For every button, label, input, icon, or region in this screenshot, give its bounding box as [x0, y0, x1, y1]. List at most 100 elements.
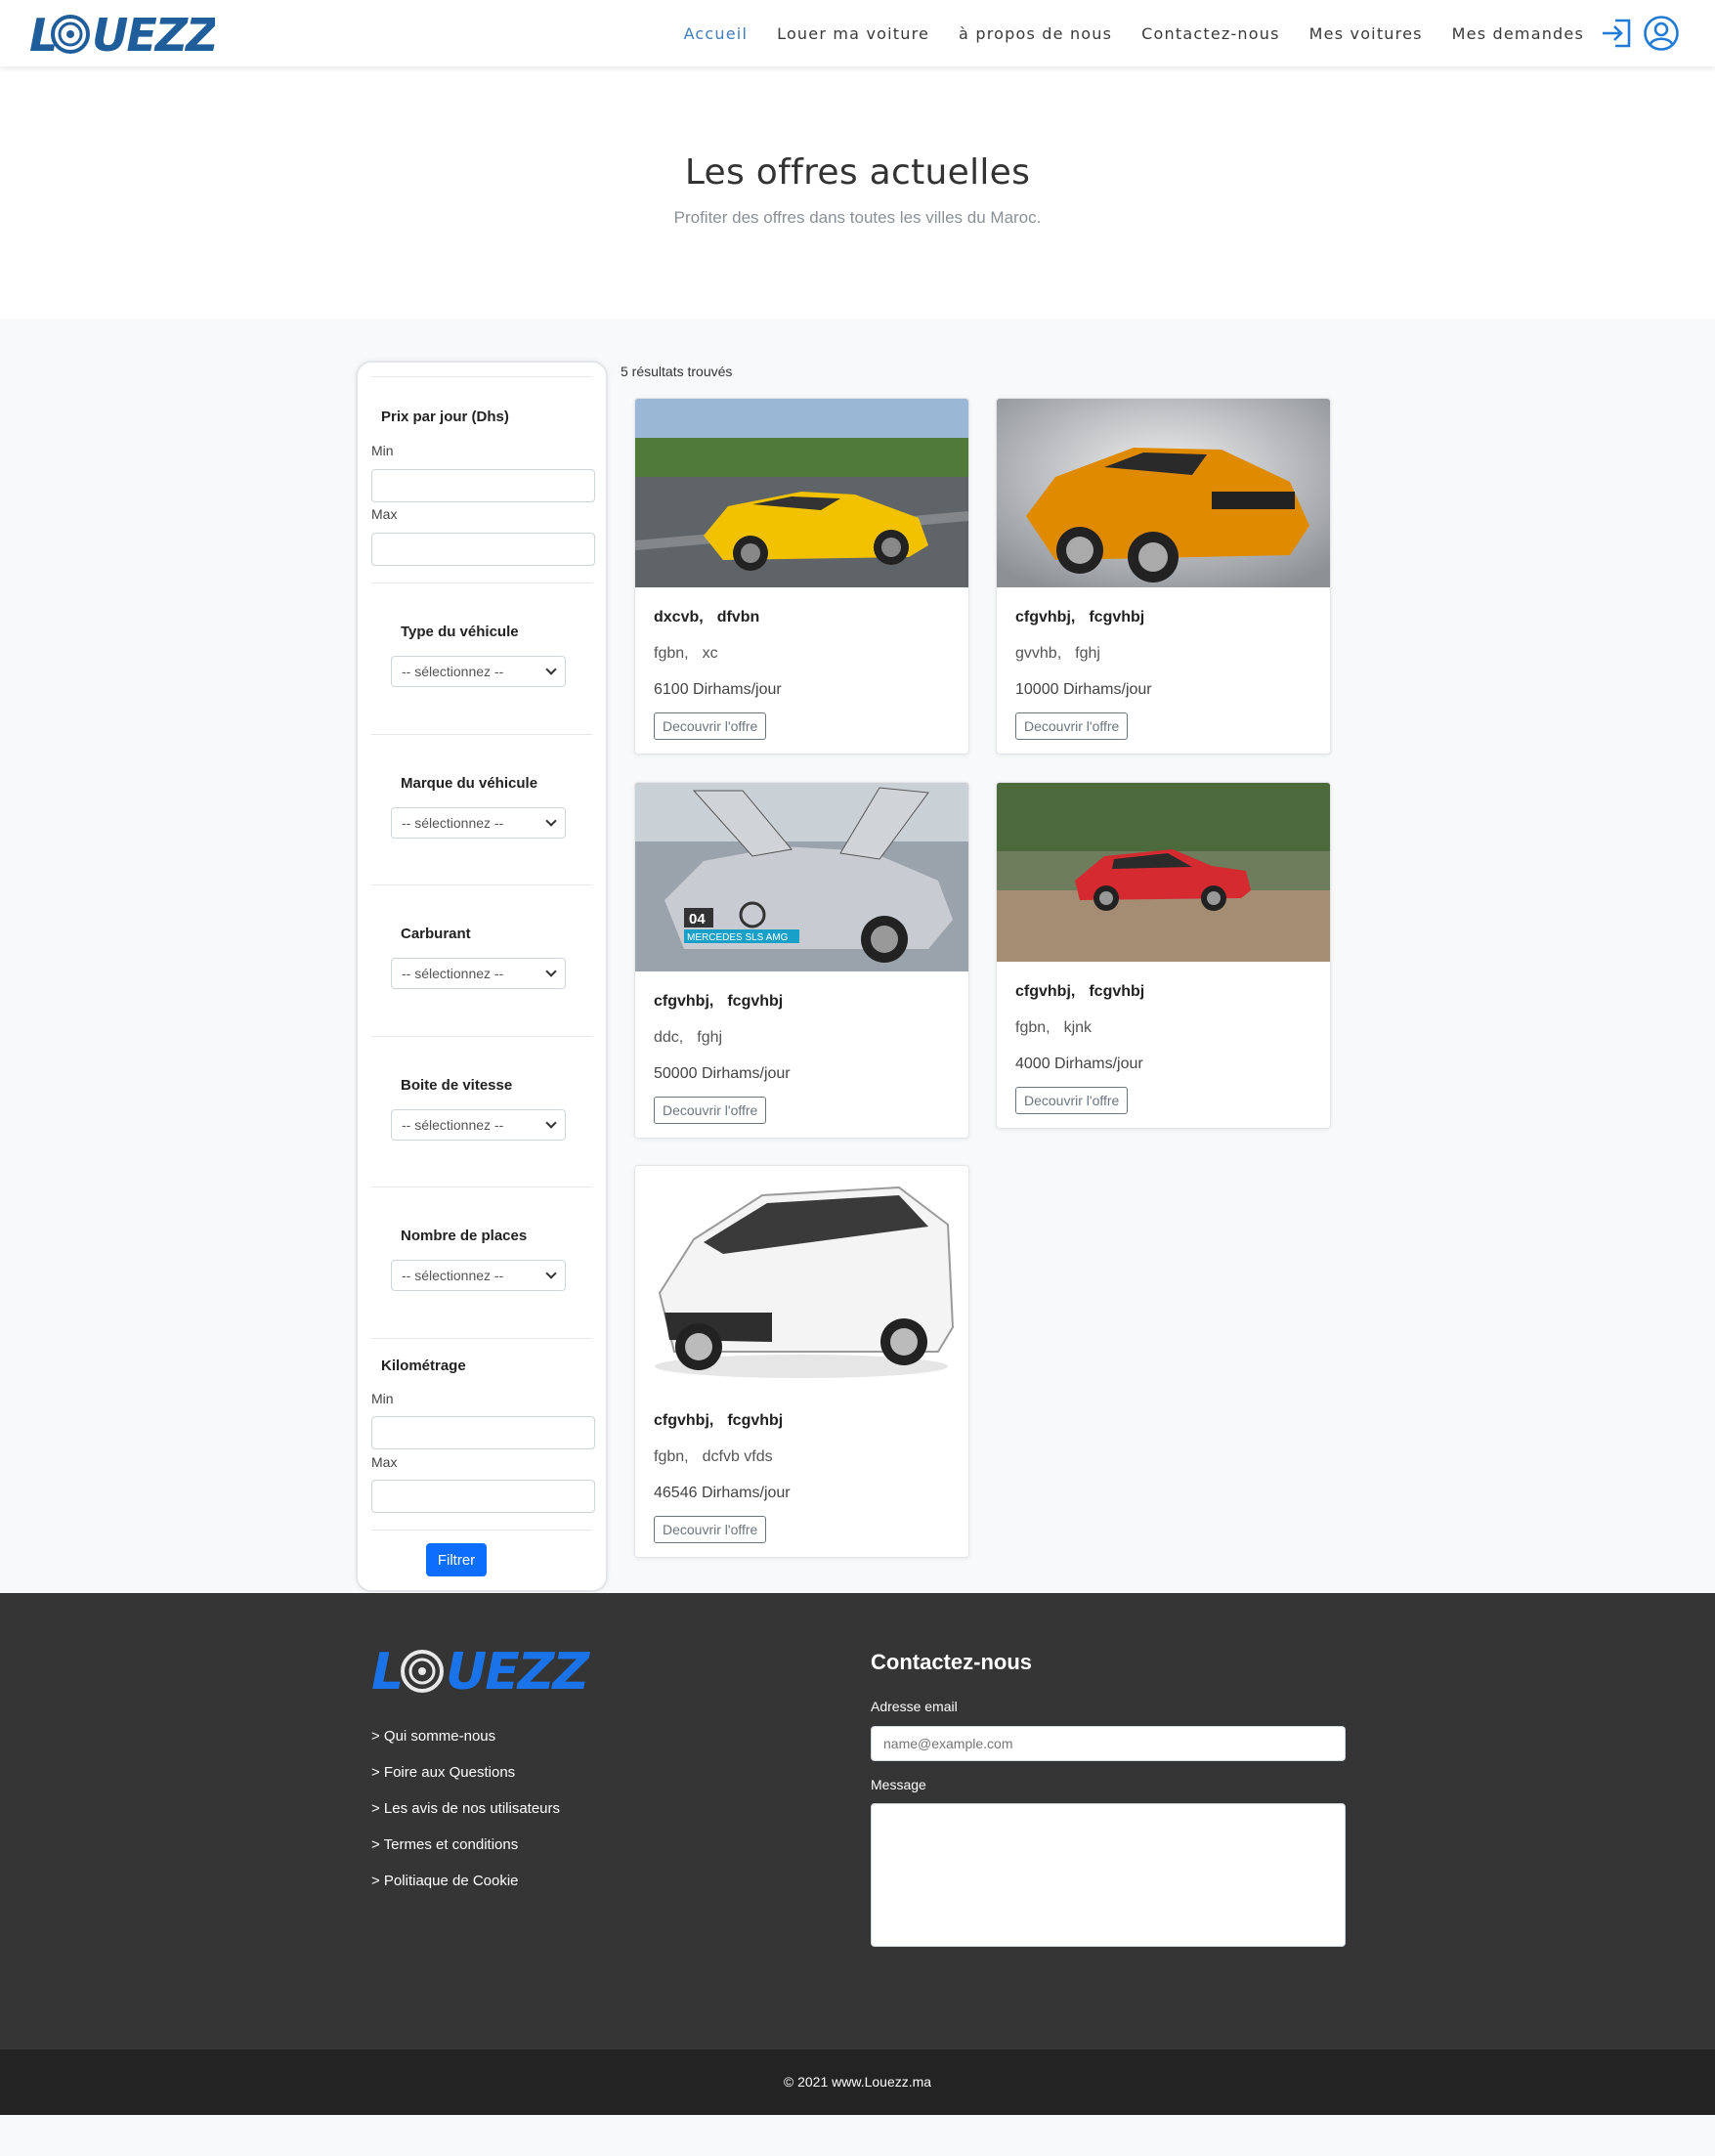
- offer-card[interactable]: cfgvhbj, fcgvhbj fgbn, dcfvb vfds 46546 Di…: [634, 1165, 969, 1558]
- divider: [371, 1036, 592, 1037]
- gearbox-title: Boite de vitesse: [401, 1077, 513, 1094]
- vehicle-type-selected: -- sélectionnez --: [402, 664, 504, 679]
- email-label: Adresse email: [871, 1699, 958, 1714]
- offer-image-silver-car: 04 MERCEDES SLS AMG: [635, 783, 968, 971]
- seats-selected: -- sélectionnez --: [402, 1268, 504, 1283]
- nav-mes-voitures[interactable]: Mes voitures: [1309, 24, 1423, 43]
- offer-title-a: cfgvhbj,: [1015, 609, 1076, 625]
- offer-image-yellow-car: [635, 399, 968, 587]
- offer-detail-a: fgbn,: [654, 1448, 689, 1465]
- price-max-label: Max: [371, 506, 398, 522]
- divider: [371, 1530, 592, 1531]
- discover-offer-button[interactable]: Decouvrir l'offre: [654, 1516, 767, 1543]
- nav-a-propos[interactable]: à propos de nous: [959, 24, 1112, 43]
- discover-offer-button[interactable]: Decouvrir l'offre: [1015, 1087, 1129, 1114]
- footer-link-about[interactable]: > Qui somme-nous: [371, 1718, 560, 1754]
- footer-link-reviews[interactable]: > Les avis de nos utilisateurs: [371, 1790, 560, 1827]
- footer-link-cookies[interactable]: > Politiaque de Cookie: [371, 1863, 560, 1899]
- nav-accueil[interactable]: Accueil: [684, 24, 749, 43]
- plate-caption: MERCEDES SLS AMG: [687, 932, 789, 943]
- message-label: Message: [871, 1777, 926, 1792]
- chevron-down-icon: [545, 664, 557, 675]
- offer-title-b: fcgvhbj: [727, 1412, 784, 1429]
- plate-number: 04: [689, 911, 706, 927]
- gearbox-selected: -- sélectionnez --: [402, 1117, 504, 1133]
- brand-logo[interactable]: L UEZZ: [29, 6, 215, 61]
- offer-title-a: dxcvb,: [654, 609, 704, 625]
- navbar: L UEZZ Accueil Louer ma voiture à propos…: [0, 0, 1715, 66]
- vehicle-brand-select[interactable]: -- sélectionnez --: [391, 807, 566, 839]
- svg-text:UEZZ: UEZZ: [446, 1643, 590, 1697]
- divider: [371, 884, 592, 885]
- offer-price: 4000 Dirhams/jour: [1015, 1056, 1143, 1072]
- message-textarea[interactable]: [871, 1803, 1346, 1947]
- page-title: Les offres actuelles: [684, 152, 1031, 193]
- discover-offer-button[interactable]: Decouvrir l'offre: [1015, 712, 1129, 740]
- vehicle-type-select[interactable]: -- sélectionnez --: [391, 656, 566, 687]
- price-min-label: Min: [371, 443, 394, 458]
- seats-select[interactable]: -- sélectionnez --: [391, 1260, 566, 1291]
- svg-text:L: L: [371, 1643, 404, 1697]
- gearbox-select[interactable]: -- sélectionnez --: [391, 1109, 566, 1141]
- louezz-logo: L UEZZ: [29, 9, 215, 59]
- discover-offer-button[interactable]: Decouvrir l'offre: [654, 712, 767, 740]
- footer-logo[interactable]: L UEZZ: [371, 1642, 596, 1702]
- nav-louer-ma-voiture[interactable]: Louer ma voiture: [777, 24, 929, 43]
- email-field[interactable]: [871, 1726, 1346, 1761]
- mileage-max-label: Max: [371, 1454, 398, 1470]
- divider: [371, 1338, 592, 1339]
- offer-title-a: cfgvhbj,: [654, 993, 714, 1010]
- login-icon[interactable]: [1600, 17, 1635, 50]
- offer-image-white-van: [635, 1166, 968, 1391]
- offer-detail-b: fghj: [697, 1029, 723, 1046]
- footer-links: > Qui somme-nous > Foire aux Questions >…: [371, 1718, 560, 1899]
- offer-detail-a: fgbn,: [654, 645, 689, 662]
- price-filter-title: Prix par jour (Dhs): [381, 409, 509, 425]
- vehicle-brand-selected: -- sélectionnez --: [402, 815, 504, 831]
- chevron-down-icon: [545, 1117, 557, 1129]
- mileage-min-input[interactable]: [371, 1416, 595, 1449]
- offer-title-a: cfgvhbj,: [1015, 983, 1076, 1000]
- offer-card[interactable]: cfgvhbj, fcgvhbj gvvhb, fghj 10000 Dirhams…: [996, 398, 1331, 755]
- offer-price: 50000 Dirhams/jour: [654, 1065, 791, 1082]
- price-max-input[interactable]: [371, 533, 595, 566]
- offer-card[interactable]: cfgvhbj, fcgvhbj fgbn, kjnk 4000 Dirhams/j…: [996, 782, 1331, 1129]
- offer-title-b: fcgvhbj: [1089, 983, 1145, 1000]
- offer-image-red-car: [997, 783, 1330, 962]
- offer-card[interactable]: dxcvb, dfvbn fgbn, xc 6100 Dirhams/jour De…: [634, 398, 969, 755]
- filter-button[interactable]: Filtrer: [426, 1543, 487, 1576]
- chevron-down-icon: [545, 815, 557, 827]
- vehicle-type-title: Type du véhicule: [401, 624, 519, 640]
- nav-contactez-nous[interactable]: Contactez-nous: [1141, 24, 1279, 43]
- offer-price: 6100 Dirhams/jour: [654, 681, 782, 698]
- offer-card[interactable]: 04 MERCEDES SLS AMG cfgvhbj, fcgvhbj ddc,…: [634, 782, 969, 1139]
- offer-detail-a: fgbn,: [1015, 1019, 1050, 1036]
- vehicle-brand-title: Marque du véhicule: [401, 775, 538, 792]
- offer-detail-a: ddc,: [654, 1029, 684, 1046]
- offer-detail-b: dcfvb vfds: [702, 1448, 773, 1465]
- offer-detail-b: xc: [702, 645, 718, 662]
- discover-offer-button[interactable]: Decouvrir l'offre: [654, 1097, 767, 1124]
- hero-section: Les offres actuelles Profiter des offres…: [0, 66, 1715, 319]
- fuel-select[interactable]: -- sélectionnez --: [391, 958, 566, 989]
- offer-image-orange-car: [997, 399, 1330, 587]
- offer-title-b: dfvbn: [716, 609, 760, 625]
- filter-sidebar: Prix par jour (Dhs) Min Max Type du véhi…: [356, 361, 608, 1592]
- divider: [371, 1186, 592, 1187]
- main-nav: Accueil Louer ma voiture à propos de nou…: [684, 0, 1715, 66]
- price-min-input[interactable]: [371, 469, 595, 502]
- mileage-max-input[interactable]: [371, 1480, 595, 1513]
- chevron-down-icon: [545, 966, 557, 977]
- nav-mes-demandes[interactable]: Mes demandes: [1452, 24, 1584, 43]
- seats-title: Nombre de places: [401, 1228, 528, 1244]
- svg-text:UEZZ: UEZZ: [92, 9, 215, 59]
- offer-price: 46546 Dirhams/jour: [654, 1485, 791, 1501]
- offer-detail-b: fghj: [1075, 645, 1100, 662]
- offer-price: 10000 Dirhams/jour: [1015, 681, 1152, 698]
- chevron-down-icon: [545, 1268, 557, 1279]
- divider: [371, 734, 592, 735]
- footer-link-faq[interactable]: > Foire aux Questions: [371, 1754, 560, 1790]
- user-account-icon[interactable]: [1643, 15, 1680, 52]
- footer-link-terms[interactable]: > Termes et conditions: [371, 1827, 560, 1863]
- divider: [371, 376, 592, 377]
